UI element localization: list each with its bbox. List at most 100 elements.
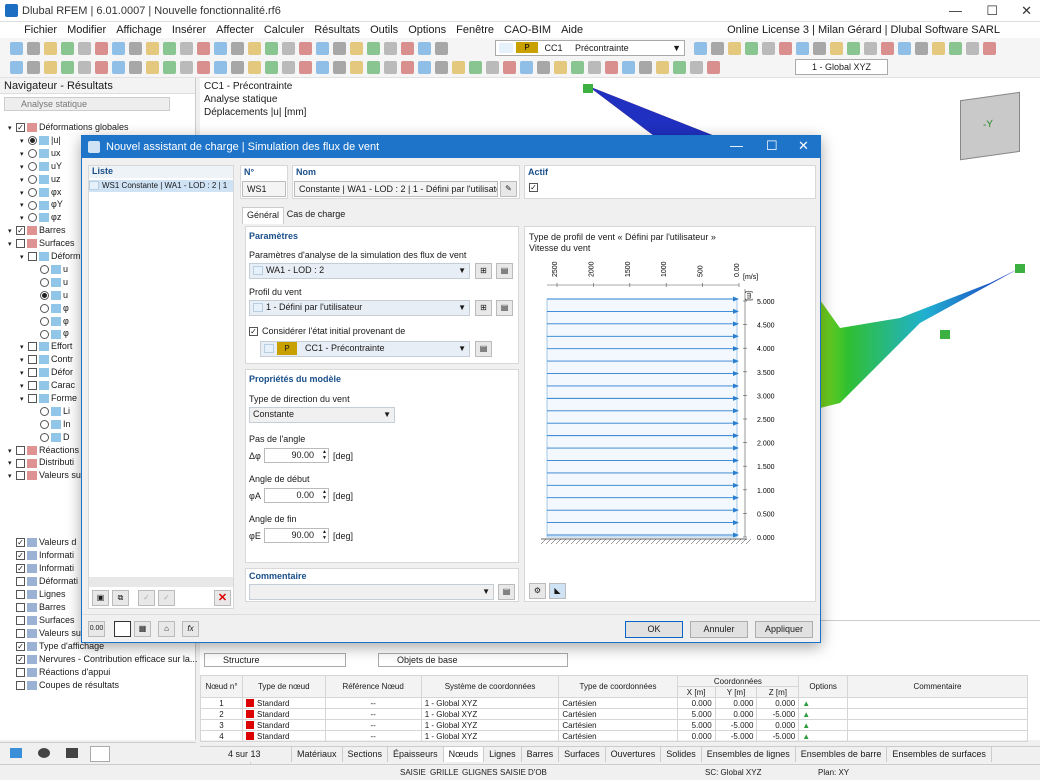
table-tab[interactable]: Ensembles de lignes xyxy=(702,747,796,762)
navigator-item[interactable]: u xyxy=(32,290,68,303)
table-cell[interactable]: 1 - Global XYZ xyxy=(420,708,560,720)
toolbar2-tool-icon[interactable] xyxy=(180,61,193,74)
table-cell[interactable]: -5.000 xyxy=(714,730,758,742)
toolbar2-tool-icon[interactable] xyxy=(10,61,23,74)
navigator-checkbox[interactable] xyxy=(40,406,49,416)
table-cell[interactable]: 0.000 xyxy=(714,697,758,709)
table-cell[interactable]: 2 xyxy=(200,708,243,720)
toolbar2-tool-icon[interactable] xyxy=(214,61,227,74)
toolbar1-tool-icon[interactable] xyxy=(333,42,346,55)
toolbar2-tool-icon[interactable] xyxy=(605,61,618,74)
toolbar2-tool-icon[interactable] xyxy=(367,61,380,74)
edit-params-button[interactable]: ▤ xyxy=(496,263,513,279)
comment-select[interactable]: ▼ xyxy=(249,584,494,600)
navigator-item[interactable]: In xyxy=(32,419,71,432)
navigator-display-item[interactable]: Barres xyxy=(8,602,66,615)
tab-load-cases[interactable]: Cas de charge xyxy=(285,207,347,224)
table-cell-options[interactable]: ▲ xyxy=(798,697,848,709)
toolbar1b-tool-icon[interactable] xyxy=(847,42,860,55)
initial-state-checkbox[interactable]: ✓ xyxy=(249,327,258,336)
toolbar1-tool-icon[interactable] xyxy=(418,42,431,55)
table-cell-comment[interactable] xyxy=(847,730,1028,742)
analysis-select[interactable]: Analyse statique xyxy=(4,97,170,111)
table-cell[interactable]: 0.000 xyxy=(676,697,716,709)
table-cell[interactable]: Cartésien xyxy=(558,730,678,742)
navigator-checkbox[interactable] xyxy=(40,265,49,275)
navigator-item[interactable]: Li xyxy=(32,406,70,419)
comment-edit-button[interactable]: ▤ xyxy=(498,584,515,600)
menu-affecter[interactable]: Affecter xyxy=(211,22,259,38)
table-tab[interactable]: Ensembles de surfaces xyxy=(887,747,992,762)
navigator-checkbox[interactable] xyxy=(16,616,25,626)
toolbar1b-tool-icon[interactable] xyxy=(983,42,996,55)
menu-resultats[interactable]: Résultats xyxy=(309,22,365,38)
table-tab[interactable]: Ouvertures xyxy=(606,747,662,762)
delete-item-button[interactable]: ✕ xyxy=(214,590,231,606)
table-cell[interactable]: 0.000 xyxy=(756,697,800,709)
edit-profile-button[interactable]: ▤ xyxy=(496,300,513,316)
toolbar1-tool-icon[interactable] xyxy=(350,42,363,55)
toolbar2-tool-icon[interactable] xyxy=(146,61,159,74)
table-tab[interactable]: Barres xyxy=(522,747,560,762)
table-cell[interactable]: 0.000 xyxy=(676,730,716,742)
menu-calculer[interactable]: Calculer xyxy=(259,22,309,38)
toolbar2-tool-icon[interactable] xyxy=(231,61,244,74)
toolbar1-tool-icon[interactable] xyxy=(146,42,159,55)
navigator-item[interactable]: ▾ uz xyxy=(20,174,61,187)
toolbar2-tool-icon[interactable] xyxy=(78,61,91,74)
chart-view-button[interactable]: ◣ xyxy=(549,583,566,599)
color-button[interactable] xyxy=(114,621,131,637)
formula-button[interactable]: fx xyxy=(182,621,199,637)
navigator-item[interactable]: ▾ Déform xyxy=(20,251,81,264)
view-button[interactable]: ⌂ xyxy=(158,621,175,637)
toolbar1-tool-icon[interactable] xyxy=(112,42,125,55)
navigator-checkbox[interactable] xyxy=(28,161,37,171)
navigator-checkbox[interactable]: ✓ xyxy=(16,538,25,548)
table-cell[interactable]: Cartésien xyxy=(558,719,678,731)
toolbar1-tool-icon[interactable] xyxy=(231,42,244,55)
menu-aide[interactable]: Aide xyxy=(556,22,588,38)
table-cell[interactable]: 4 xyxy=(200,730,243,742)
toolbar2-tool-icon[interactable] xyxy=(571,61,584,74)
start-input[interactable]: 0.00 xyxy=(264,488,329,503)
chart-options-button[interactable]: ⚙ xyxy=(529,583,546,599)
navigator-item[interactable]: ▾ Valeurs su xyxy=(8,470,81,483)
table-tab[interactable]: Sections xyxy=(343,747,389,762)
navigator-checkbox[interactable] xyxy=(40,316,49,326)
navigator-checkbox[interactable] xyxy=(16,445,25,455)
table-cell[interactable]: Standard xyxy=(242,730,326,742)
load-case-select[interactable]: P CC1 Précontrainte ▼ xyxy=(495,40,685,56)
new-profile-button[interactable]: ⊞ xyxy=(475,300,492,316)
navigator-checkbox[interactable] xyxy=(40,432,49,442)
navigator-checkbox[interactable] xyxy=(28,136,37,146)
toolbar2-tool-icon[interactable] xyxy=(44,61,57,74)
navigator-checkbox[interactable] xyxy=(16,668,25,678)
results-nav-icon[interactable] xyxy=(90,746,110,762)
toolbar2-tool-icon[interactable] xyxy=(197,61,210,74)
toolbar1b-tool-icon[interactable] xyxy=(779,42,792,55)
navigator-checkbox[interactable] xyxy=(28,148,37,158)
navigator-checkbox[interactable] xyxy=(16,681,25,691)
toolbar1-tool-icon[interactable] xyxy=(129,42,142,55)
table-cell[interactable]: -5.000 xyxy=(756,730,800,742)
initial-state-select[interactable]: P CC1 - Précontrainte ▼ xyxy=(260,341,470,357)
toolbar2-tool-icon[interactable] xyxy=(469,61,482,74)
table-tab[interactable]: Matériaux xyxy=(292,747,343,762)
table-cell-options[interactable]: ▲ xyxy=(798,708,848,720)
table-cell[interactable]: 1 - Global XYZ xyxy=(420,730,560,742)
ok-button[interactable]: OK xyxy=(625,621,683,638)
status-saisie[interactable]: SAISIE xyxy=(400,768,426,777)
tab-general[interactable]: Général xyxy=(242,207,284,224)
cancel-button[interactable]: Annuler xyxy=(690,621,748,638)
table-tab[interactable]: Ensembles de barre xyxy=(796,747,888,762)
edit-initial-state-button[interactable]: ▤ xyxy=(475,341,492,357)
toolbar2-tool-icon[interactable] xyxy=(639,61,652,74)
new-item-button[interactable]: ▣ xyxy=(92,590,109,606)
navigator-item[interactable]: φ xyxy=(32,303,69,316)
dialog-maximize-button[interactable]: ☐ xyxy=(766,138,778,154)
toolbar1-tool-icon[interactable] xyxy=(10,42,23,55)
navigator-display-item[interactable]: ✓ Informati xyxy=(8,550,74,563)
view-nav-icon[interactable] xyxy=(38,748,50,758)
navigator-checkbox[interactable] xyxy=(28,342,37,352)
navigator-item[interactable]: ▾ ux xyxy=(20,148,61,161)
